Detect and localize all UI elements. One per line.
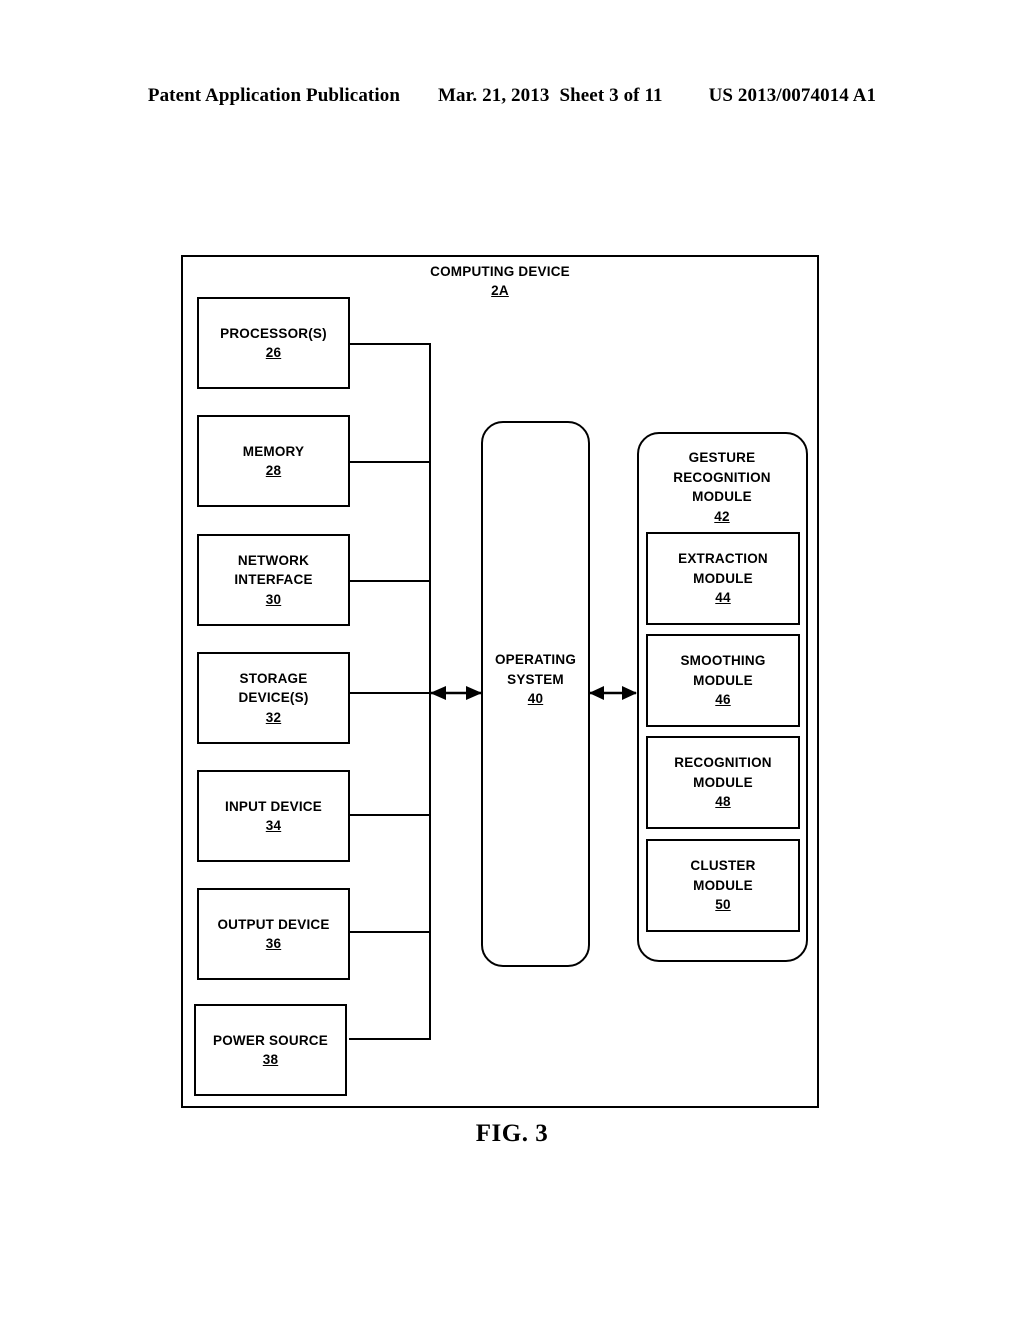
block-network-interface-line1: NETWORK — [237, 552, 310, 568]
arrow-bus-to-operating-system — [430, 686, 482, 700]
operating-system-label: OPERATING SYSTEM 40 — [482, 650, 589, 709]
block-output-device-ref: 36 — [265, 936, 282, 951]
computing-device-title: COMPUTING DEVICE 2A — [181, 262, 819, 300]
figure-caption: FIG. 3 — [475, 1120, 549, 1147]
block-memory: MEMORY 28 — [197, 415, 350, 507]
bus-stub-power-source — [349, 1038, 431, 1040]
operating-system-line1: OPERATING — [494, 652, 577, 667]
extraction-module-ref: 44 — [715, 590, 731, 606]
extraction-module-line1: EXTRACTION — [678, 551, 768, 567]
bus-stub-input-device — [349, 814, 431, 816]
block-input-device-label: INPUT DEVICE — [225, 798, 322, 814]
block-output-device: OUTPUT DEVICE 36 — [197, 888, 350, 980]
block-storage-device-ref: 32 — [265, 709, 282, 725]
gesture-recognition-line3: MODULE — [692, 489, 752, 504]
block-memory-ref: 28 — [265, 463, 282, 478]
bus-stub-output-device — [349, 931, 431, 933]
smoothing-module-line2: MODULE — [693, 672, 753, 688]
cluster-module-ref: 50 — [715, 897, 731, 913]
block-storage-device: STORAGE DEVICE(S) 32 — [197, 652, 350, 744]
block-storage-device-line1: STORAGE — [239, 670, 308, 686]
bus-stub-network — [349, 580, 431, 582]
recognition-module-line1: RECOGNITION — [674, 755, 772, 771]
block-smoothing-module: SMOOTHING MODULE 46 — [646, 634, 800, 727]
arrow-operating-system-to-gesture-module — [589, 686, 637, 700]
gesture-recognition-ref: 42 — [714, 508, 730, 524]
recognition-module-line2: MODULE — [693, 774, 753, 790]
block-input-device-ref: 34 — [265, 818, 282, 833]
block-network-interface-label: NETWORK INTERFACE — [234, 551, 312, 590]
bus-stub-storage — [349, 692, 431, 694]
smoothing-module-line1: SMOOTHING — [680, 653, 766, 669]
block-input-device: INPUT DEVICE 34 — [197, 770, 350, 862]
block-network-interface: NETWORK INTERFACE 30 — [197, 534, 350, 626]
block-extraction-module: EXTRACTION MODULE 44 — [646, 532, 800, 625]
block-power-source-ref: 38 — [262, 1052, 279, 1067]
block-storage-device-line2: DEVICE(S) — [238, 690, 309, 706]
block-processor: PROCESSOR(S) 26 — [197, 297, 350, 389]
cluster-module-line1: CLUSTER — [690, 858, 756, 874]
block-network-interface-ref: 30 — [265, 591, 282, 607]
bus-stub-memory — [349, 461, 431, 463]
gesture-recognition-line2: RECOGNITION — [673, 469, 771, 485]
recognition-module-ref: 48 — [715, 794, 731, 810]
operating-system-ref: 40 — [527, 691, 544, 706]
cluster-module-line2: MODULE — [693, 877, 753, 893]
block-power-source: POWER SOURCE 38 — [194, 1004, 347, 1096]
computing-device-title-text: COMPUTING DEVICE — [430, 264, 570, 279]
block-processor-ref: 26 — [265, 345, 282, 360]
gesture-recognition-line1: GESTURE — [688, 450, 756, 465]
operating-system-line2: SYSTEM — [507, 671, 564, 687]
block-memory-label: MEMORY — [242, 443, 305, 459]
block-recognition-module: RECOGNITION MODULE 48 — [646, 736, 800, 829]
block-processor-label: PROCESSOR(S) — [220, 325, 327, 341]
block-power-source-label: POWER SOURCE — [213, 1032, 328, 1048]
gesture-recognition-module-label: GESTURE RECOGNITION MODULE 42 — [637, 448, 807, 526]
block-storage-device-label: STORAGE DEVICE(S) — [238, 669, 308, 708]
bus-stub-processor — [349, 343, 431, 345]
block-network-interface-line2: INTERFACE — [234, 572, 313, 588]
extraction-module-line2: MODULE — [693, 570, 753, 586]
smoothing-module-ref: 46 — [715, 692, 731, 708]
block-output-device-label: OUTPUT DEVICE — [217, 916, 330, 932]
block-cluster-module: CLUSTER MODULE 50 — [646, 839, 800, 932]
